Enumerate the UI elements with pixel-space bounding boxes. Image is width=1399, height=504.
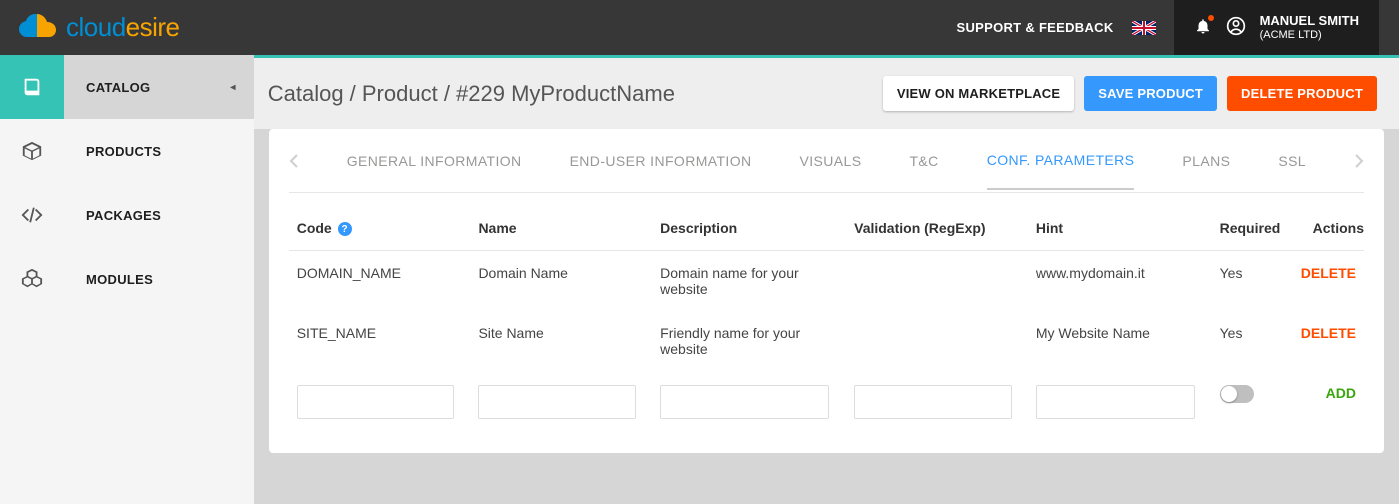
notification-dot-icon xyxy=(1208,15,1214,21)
book-icon xyxy=(0,55,64,119)
th-actions: Actions xyxy=(1291,208,1364,251)
sidebar: CATALOG PRODUCTS PACKAGES MODULES xyxy=(0,55,254,504)
table-row: DOMAIN_NAME Domain Name Domain name for … xyxy=(289,251,1364,312)
th-hint: Hint xyxy=(1028,208,1212,251)
tab-ssl[interactable]: SSL xyxy=(1278,133,1306,189)
required-toggle[interactable] xyxy=(1220,385,1254,403)
header-right: SUPPORT & FEEDBACK MANUEL SMITH (ACME LT… xyxy=(956,0,1399,55)
uk-flag-icon[interactable] xyxy=(1132,21,1156,35)
sidebar-item-packages[interactable]: PACKAGES xyxy=(0,183,254,247)
sidebar-item-label: PACKAGES xyxy=(86,208,161,223)
sidebar-item-label: CATALOG xyxy=(86,80,150,95)
tab-end-user-information[interactable]: END-USER INFORMATION xyxy=(570,133,752,189)
user-block[interactable]: MANUEL SMITH (ACME LTD) xyxy=(1174,0,1379,55)
sidebar-item-label: MODULES xyxy=(86,272,153,287)
notifications-bell-icon[interactable] xyxy=(1194,17,1212,38)
tabs-next-icon[interactable] xyxy=(1354,154,1364,168)
support-feedback-link[interactable]: SUPPORT & FEEDBACK xyxy=(956,20,1113,35)
new-validation-input[interactable] xyxy=(854,385,1011,419)
cell-validation xyxy=(846,311,1028,371)
user-name: MANUEL SMITH xyxy=(1260,14,1359,28)
sidebar-item-modules[interactable]: MODULES xyxy=(0,247,254,311)
new-hint-input[interactable] xyxy=(1036,385,1195,419)
th-required: Required xyxy=(1212,208,1292,251)
breadcrumb: Catalog / Product / #229 MyProductName xyxy=(268,81,675,107)
new-row: ADD xyxy=(289,371,1364,433)
cell-required: Yes xyxy=(1212,251,1292,312)
sidebar-item-catalog[interactable]: CATALOG xyxy=(0,55,254,119)
cell-required: Yes xyxy=(1212,311,1292,371)
card: GENERAL INFORMATION END-USER INFORMATION… xyxy=(269,129,1384,453)
th-code: Code ? xyxy=(289,208,471,251)
add-row-button[interactable]: ADD xyxy=(1326,385,1356,401)
th-validation: Validation (RegExp) xyxy=(846,208,1028,251)
th-description: Description xyxy=(652,208,846,251)
logo[interactable]: cloudesire xyxy=(0,12,297,43)
cubes-icon xyxy=(0,247,64,311)
cell-name: Domain Name xyxy=(470,251,652,312)
avatar-icon xyxy=(1226,16,1246,39)
save-product-button[interactable]: SAVE PRODUCT xyxy=(1084,76,1217,111)
cell-validation xyxy=(846,251,1028,312)
user-company: (ACME LTD) xyxy=(1260,29,1359,41)
cloud-icon xyxy=(16,13,58,43)
tabs: GENERAL INFORMATION END-USER INFORMATION… xyxy=(289,129,1364,193)
subheader: Catalog / Product / #229 MyProductName V… xyxy=(254,58,1399,129)
cell-description: Friendly name for your website xyxy=(652,311,846,371)
view-on-marketplace-button[interactable]: VIEW ON MARKETPLACE xyxy=(883,76,1074,111)
cube-icon xyxy=(0,119,64,183)
code-icon xyxy=(0,183,64,247)
table-row: SITE_NAME Site Name Friendly name for yo… xyxy=(289,311,1364,371)
cell-code: SITE_NAME xyxy=(289,311,471,371)
delete-product-button[interactable]: DELETE PRODUCT xyxy=(1227,76,1377,111)
tabs-prev-icon[interactable] xyxy=(289,154,299,168)
tab-conf-parameters[interactable]: CONF. PARAMETERS xyxy=(987,132,1135,190)
content: Catalog / Product / #229 MyProductName V… xyxy=(254,55,1399,504)
new-description-input[interactable] xyxy=(660,385,829,419)
tab-visuals[interactable]: VISUALS xyxy=(800,133,862,189)
header: cloudesire SUPPORT & FEEDBACK MANUEL SMI… xyxy=(0,0,1399,55)
help-icon[interactable]: ? xyxy=(338,222,352,236)
tab-general-information[interactable]: GENERAL INFORMATION xyxy=(347,133,522,189)
tab-tc[interactable]: T&C xyxy=(909,133,938,189)
tab-plans[interactable]: PLANS xyxy=(1182,133,1230,189)
logo-text: cloudesire xyxy=(66,12,180,43)
sidebar-item-products[interactable]: PRODUCTS xyxy=(0,119,254,183)
new-code-input[interactable] xyxy=(297,385,454,419)
th-name: Name xyxy=(470,208,652,251)
sidebar-item-label: PRODUCTS xyxy=(86,144,161,159)
cell-hint: www.mydomain.it xyxy=(1028,251,1212,312)
delete-row-button[interactable]: DELETE xyxy=(1301,325,1356,341)
cell-description: Domain name for your website xyxy=(652,251,846,312)
cell-code: DOMAIN_NAME xyxy=(289,251,471,312)
params-table: Code ? Name Description Validation (RegE… xyxy=(289,208,1364,433)
new-name-input[interactable] xyxy=(478,385,635,419)
delete-row-button[interactable]: DELETE xyxy=(1301,265,1356,281)
cell-name: Site Name xyxy=(470,311,652,371)
cell-hint: My Website Name xyxy=(1028,311,1212,371)
